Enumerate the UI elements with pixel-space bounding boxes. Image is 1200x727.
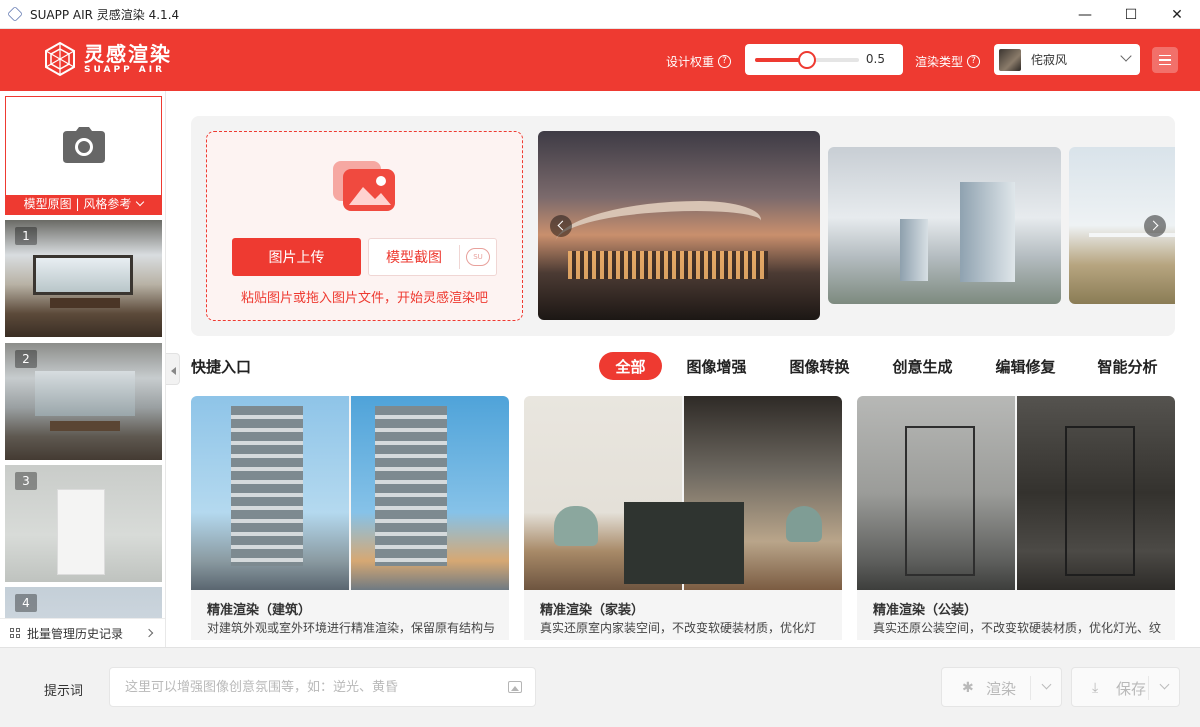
image-icon[interactable] <box>508 681 522 693</box>
history-item[interactable]: 1 <box>5 220 162 337</box>
prompt-label: 提示词 <box>44 684 84 699</box>
tab-edit-repair[interactable]: 编辑修复 <box>989 352 1062 380</box>
model-reference-toggle[interactable]: 模型原图 | 风格参考 <box>6 195 161 214</box>
render-type-selected: 侘寂风 <box>1031 53 1068 67</box>
card-image <box>524 396 842 590</box>
carousel-prev-button[interactable] <box>550 215 572 237</box>
window-title: SUAPP AIR 灵感渲染 4.1.4 <box>30 7 180 22</box>
design-weight-text: 设计权重 <box>666 55 715 69</box>
render-button[interactable]: ✱ 渲染 <box>941 667 1062 707</box>
help-icon[interactable]: ? <box>718 55 732 68</box>
quick-card-home[interactable]: 精准渲染（家装） 真实还原室内家装空间，不改变软硬装材质，优化灯 <box>524 396 842 640</box>
chevron-down-icon <box>1120 50 1132 62</box>
carousel-image-towers[interactable] <box>828 147 1061 304</box>
quick-card-commercial[interactable]: 精准渲染（公装） 真实还原公装空间，不改变软硬装材质，优化灯光、纹 <box>857 396 1175 640</box>
tab-image-convert[interactable]: 图像转换 <box>783 352 856 380</box>
batch-history-label: 批量管理历史记录 <box>27 626 124 641</box>
tab-image-enhance[interactable]: 图像增强 <box>680 352 753 380</box>
logo-mark-icon <box>45 41 75 77</box>
design-weight-value: 0.5 <box>865 52 885 66</box>
card-title: 精准渲染（公装） <box>873 603 978 618</box>
chevron-right-icon <box>144 628 154 638</box>
card-description: 真实还原公装空间，不改变软硬装材质，优化灯光、纹 <box>873 621 1162 635</box>
history-sidebar: 模型原图 | 风格参考 1 2 3 4 批量管理历史记录 <box>0 91 166 647</box>
history-number: 1 <box>15 227 37 245</box>
render-button-label: 渲染 <box>986 680 1017 698</box>
slider-thumb[interactable] <box>798 51 816 69</box>
model-screenshot-label: 模型截图 <box>386 250 442 266</box>
help-icon[interactable]: ? <box>967 55 981 68</box>
slider-track[interactable] <box>755 51 859 69</box>
history-item[interactable]: 2 <box>5 343 162 460</box>
save-button-label: 保存 <box>1116 680 1147 698</box>
maximize-button[interactable]: ☐ <box>1108 0 1154 29</box>
history-number: 3 <box>15 472 37 490</box>
upload-caption-text: 模型原图 | 风格参考 <box>23 197 132 211</box>
quick-card-architecture[interactable]: 精准渲染（建筑） 对建筑外观或室外环境进行精准渲染，保留原有结构与 <box>191 396 509 640</box>
card-title: 精准渲染（建筑） <box>207 603 312 618</box>
card-description: 对建筑外观或室外环境进行精准渲染，保留原有结构与 <box>207 621 496 635</box>
upload-image-button[interactable]: 图片上传 <box>232 238 361 276</box>
render-type-text: 渲染类型 <box>915 55 964 69</box>
collapse-sidebar-button[interactable] <box>166 353 180 385</box>
save-dropdown-chevron-icon[interactable] <box>1159 679 1170 690</box>
prompt-bar: 提示词 ✱ 渲染 ⤓ 保存 <box>0 647 1200 727</box>
prompt-input[interactable] <box>109 667 536 707</box>
model-image-slot[interactable]: 模型原图 | 风格参考 <box>5 96 162 215</box>
quick-entry-title: 快捷入口 <box>191 358 252 376</box>
card-description: 真实还原室内家装空间，不改变软硬装材质，优化灯 <box>540 621 817 635</box>
batch-history-button[interactable]: 批量管理历史记录 <box>0 618 165 647</box>
app-logo: 灵感渲染 SUAPP AIR <box>42 41 172 77</box>
model-screenshot-button[interactable]: 模型截图 SU <box>368 238 497 276</box>
hamburger-icon <box>1159 54 1171 57</box>
history-number: 4 <box>15 594 37 612</box>
window-titlebar: SUAPP AIR 灵感渲染 4.1.4 <box>0 0 1200 29</box>
card-image <box>857 396 1175 590</box>
design-weight-slider[interactable]: 0.5 <box>745 44 903 75</box>
tab-all[interactable]: 全部 <box>599 352 662 380</box>
sketchup-icon: SU <box>466 248 490 266</box>
sparkle-icon: ✱ <box>962 680 974 696</box>
grid-icon <box>10 627 21 639</box>
drop-hint: 粘贴图片或拖入图片文件，开始灵感渲染吧 <box>240 291 488 306</box>
download-icon: ⤓ <box>1092 680 1099 696</box>
carousel-image-architecture-dusk[interactable] <box>538 131 820 320</box>
picture-icon <box>333 161 395 211</box>
card-image <box>191 396 509 590</box>
render-type-select[interactable]: 侘寂风 <box>994 44 1140 75</box>
app-header: 灵感渲染 SUAPP AIR 设计权重 ? 0.5 渲染类型 ? 侘寂风 <box>0 29 1200 91</box>
close-button[interactable]: ✕ <box>1154 0 1200 29</box>
logo-text-en: SUAPP AIR <box>84 64 166 75</box>
upload-panel: 图片上传 模型截图 SU 粘贴图片或拖入图片文件，开始灵感渲染吧 <box>191 116 1175 336</box>
history-number: 2 <box>15 350 37 368</box>
style-thumbnail <box>999 48 1021 71</box>
render-type-label: 渲染类型 ? <box>915 53 981 70</box>
app-icon <box>7 6 23 22</box>
chevron-down-icon <box>136 197 145 207</box>
minimize-button[interactable]: — <box>1062 0 1108 29</box>
design-weight-label: 设计权重 ? <box>666 53 732 70</box>
carousel-next-button[interactable] <box>1144 215 1166 237</box>
history-item[interactable]: 3 <box>5 465 162 582</box>
card-title: 精准渲染（家装） <box>540 603 645 618</box>
logo-text-cn: 灵感渲染 <box>84 41 172 66</box>
save-button[interactable]: ⤓ 保存 <box>1071 667 1180 707</box>
menu-button[interactable] <box>1152 47 1178 73</box>
camera-icon <box>63 127 105 163</box>
tab-creative-generate[interactable]: 创意生成 <box>886 352 959 380</box>
image-drop-zone[interactable]: 图片上传 模型截图 SU 粘贴图片或拖入图片文件，开始灵感渲染吧 <box>206 131 523 321</box>
tab-smart-analysis[interactable]: 智能分析 <box>1091 352 1164 380</box>
render-dropdown-chevron-icon[interactable] <box>1041 679 1052 690</box>
